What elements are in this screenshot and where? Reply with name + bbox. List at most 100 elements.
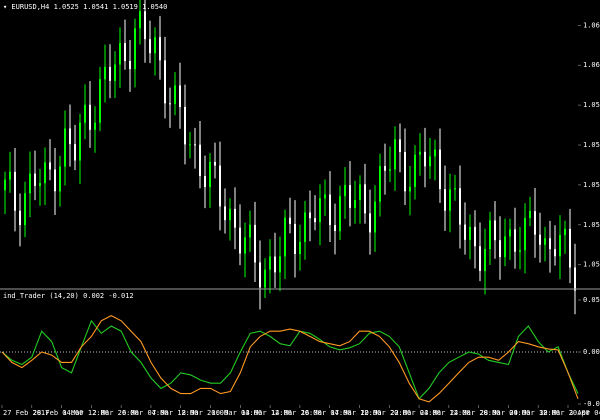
candle-body (529, 211, 531, 219)
candle-body (194, 144, 196, 146)
indicator-tick-label: 0.00 (583, 348, 600, 356)
symbol-info-label: ▾ EURUSD,H4 1.0525 1.0541 1.0519 1.0540 (3, 3, 167, 11)
candle-body (249, 224, 251, 238)
candle-body (264, 269, 266, 288)
price-tick-label: 1.0530 (583, 261, 600, 269)
candle-body (514, 229, 516, 252)
candle-body (554, 249, 556, 257)
candle-body (344, 185, 346, 197)
candle-body (569, 228, 571, 268)
candle-body (369, 213, 371, 233)
candle-body (179, 85, 181, 107)
candle-body (434, 149, 436, 157)
candle-body (29, 173, 31, 194)
candle-body (364, 184, 366, 214)
candle-body (274, 256, 276, 273)
price-tick-label: 1.0605 (583, 61, 600, 69)
candle-body (329, 194, 331, 226)
candle-body (409, 186, 411, 192)
candle-body (479, 246, 481, 271)
candle-body (279, 256, 281, 273)
candle-body (384, 166, 386, 171)
candle-body (204, 176, 206, 188)
candle-body (244, 237, 246, 254)
candle-body (459, 188, 461, 225)
candle-body (134, 28, 136, 70)
candle-body (119, 43, 121, 65)
candle-body (19, 210, 21, 226)
candle-body (574, 267, 576, 291)
indicator-tick-label: -0.05 (583, 400, 600, 408)
candle-body (509, 229, 511, 237)
candle-body (469, 226, 471, 240)
candle-body (474, 226, 476, 247)
candle-body (44, 162, 46, 184)
candle-body (394, 139, 396, 170)
candle-body (464, 224, 466, 240)
candle-body (284, 217, 286, 257)
candle-body (269, 256, 271, 270)
candle-body (184, 106, 186, 145)
candle-body (4, 179, 6, 191)
candle-body (84, 104, 86, 123)
candle-body (59, 166, 61, 192)
candle-body (544, 238, 546, 245)
candle-body (304, 212, 306, 242)
trading-chart[interactable]: ▾ EURUSD,H4 1.0525 1.0541 1.0519 1.0540 … (0, 0, 600, 420)
candle-body (144, 11, 146, 40)
candle-body (494, 220, 496, 241)
candle-body (299, 241, 301, 255)
candle-body (534, 211, 536, 235)
candle-body (149, 39, 151, 54)
candle-body (359, 184, 361, 200)
candle-body (354, 199, 356, 208)
candle-body (294, 223, 296, 255)
candle-body (214, 161, 216, 166)
candle-body (549, 238, 551, 250)
candle-body (309, 212, 311, 219)
candle-body (14, 171, 16, 211)
candle-body (239, 227, 241, 254)
candle-body (174, 85, 176, 105)
candle-body (79, 122, 81, 161)
candle-body (129, 60, 131, 70)
candle-body (499, 240, 501, 258)
candle-body (159, 37, 161, 61)
candle-body (504, 236, 506, 258)
candle-body (189, 144, 191, 146)
candle-body (429, 156, 431, 167)
candle-body (519, 250, 521, 252)
candle-body (34, 173, 36, 186)
candle-body (324, 194, 326, 199)
candle-body (439, 149, 441, 190)
candle-body (139, 11, 141, 29)
candle-body (259, 262, 261, 288)
candle-body (424, 151, 426, 167)
candle-body (349, 185, 351, 208)
candle-body (164, 60, 166, 104)
price-tick-label: 1.0620 (583, 21, 600, 29)
candle-body (339, 196, 341, 231)
candle-body (199, 144, 201, 177)
candle-body (414, 154, 416, 187)
candle-body (54, 169, 56, 192)
candle-body (489, 220, 491, 250)
candle-body (539, 234, 541, 245)
candle-body (224, 206, 226, 221)
candle-body (389, 169, 391, 171)
candle-body (99, 79, 101, 123)
price-tick-label: 1.0560 (583, 181, 600, 189)
candle-body (9, 171, 11, 180)
candle-body (69, 128, 71, 145)
candle-body (559, 235, 561, 257)
candle-body (334, 225, 336, 231)
candle-body (154, 37, 156, 54)
candle-body (219, 165, 221, 207)
chart-background (0, 0, 600, 420)
candle-body (449, 189, 451, 211)
candle-body (524, 218, 526, 251)
candle-body (124, 43, 126, 61)
indicator-tick-label: 0.05 (583, 296, 600, 304)
candle-body (104, 66, 106, 80)
candle-body (399, 139, 401, 153)
